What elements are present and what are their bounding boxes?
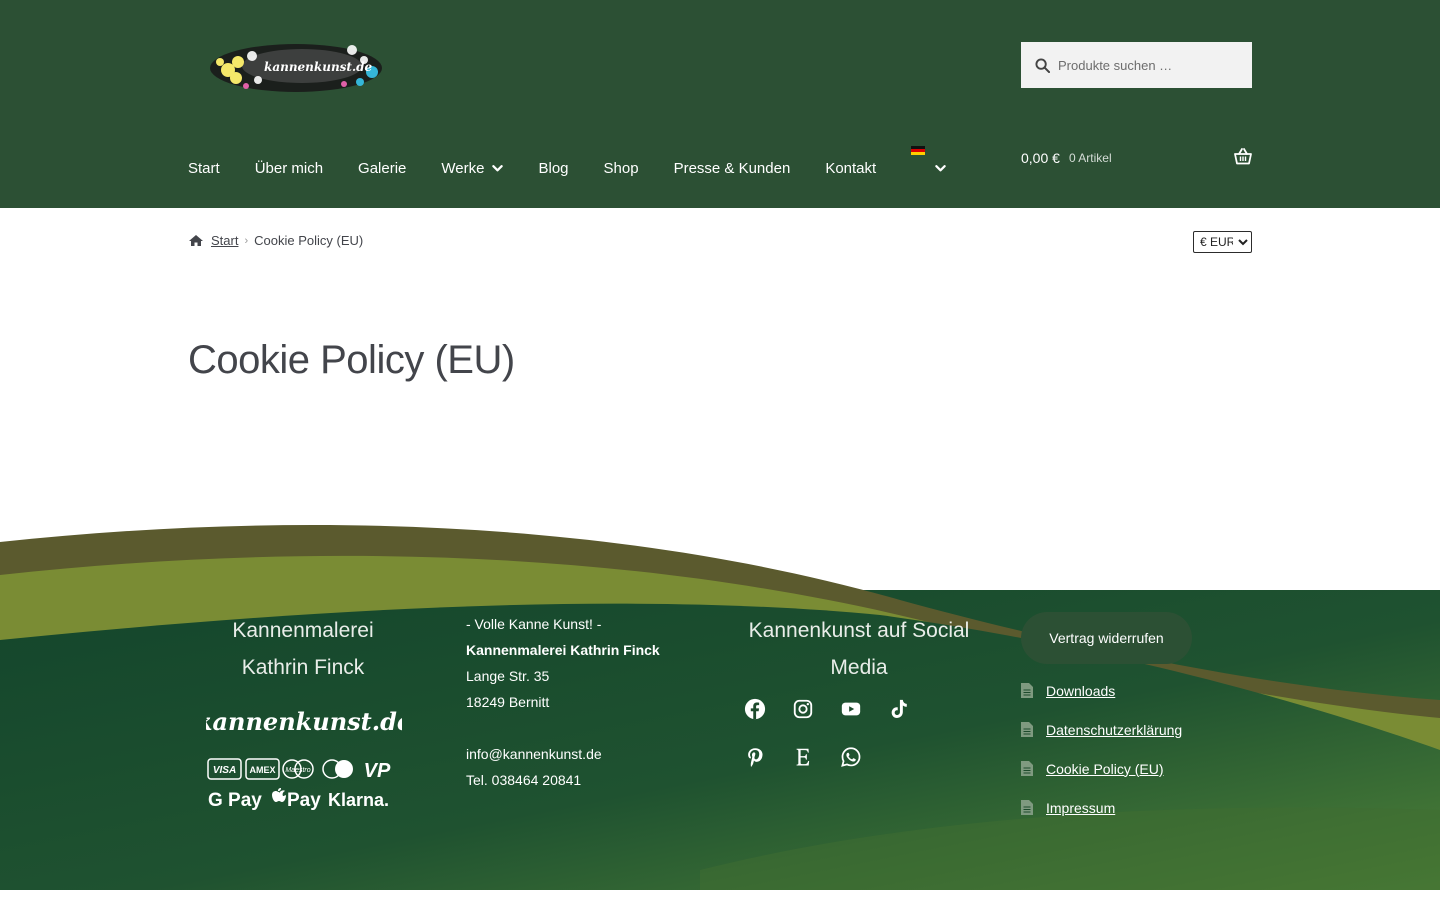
legal-link-datenschutz[interactable]: Datenschutzerklärung (1021, 710, 1182, 749)
legal-links: Downloads Datenschutzerklärung Cookie Po… (1021, 671, 1182, 827)
nav-item-galerie[interactable]: Galerie (358, 160, 406, 177)
document-icon (1021, 761, 1033, 776)
footer-bottom-strip (0, 890, 1440, 900)
social-links (742, 696, 942, 776)
etsy-icon (796, 748, 810, 766)
nav-label: Blog (538, 159, 569, 177)
legal-link-label: Datenschutzerklärung (1046, 721, 1183, 738)
payment-amex-label: AMEX (249, 765, 275, 775)
footer-phone[interactable]: Tel. 038464 20841 (466, 767, 660, 793)
breadcrumb: Start › Cookie Policy (EU) (188, 233, 363, 248)
whatsapp-icon (841, 747, 861, 767)
apple-icon (272, 788, 286, 802)
product-search[interactable] (1021, 42, 1252, 88)
cart-count: 0 Artikel (1068, 151, 1112, 165)
pinterest-link[interactable] (742, 744, 768, 770)
nav-item-start[interactable]: Start (188, 160, 220, 177)
payment-methods: VISA AMEX Maestro VP G Pay Pay Klarna. (207, 758, 391, 811)
nav-item-blog[interactable]: Blog (538, 160, 568, 177)
footer-company-line1: Kannenmalerei (232, 619, 374, 642)
footer-wave-background (0, 525, 1440, 890)
whatsapp-link[interactable] (838, 744, 864, 770)
footer-social-line2: Media (830, 656, 888, 679)
nav-item-werke[interactable]: Werke (441, 159, 504, 177)
search-input[interactable] (1058, 57, 1238, 73)
tiktok-icon (891, 699, 907, 718)
nav-item-presse-kunden[interactable]: Presse & Kunden (674, 160, 791, 177)
youtube-link[interactable] (838, 696, 864, 722)
withdraw-contract-button[interactable]: Vertrag widerrufen (1021, 612, 1192, 664)
footer-address: - Volle Kanne Kunst! - Kannenmalerei Kat… (466, 611, 660, 793)
nav-label: Presse & Kunden (673, 159, 791, 177)
payment-maestro-label: Maestro (285, 767, 310, 774)
document-icon (1021, 800, 1033, 815)
home-icon (189, 235, 203, 246)
legal-link-cookie-policy[interactable]: Cookie Policy (EU) (1021, 749, 1182, 788)
etsy-link[interactable] (790, 744, 816, 770)
site-logo[interactable]: kannenkunst.de (206, 40, 384, 96)
footer-social-title: Kannenkunst auf Social Media (744, 612, 974, 686)
payment-klarna-label: Klarna. (328, 790, 389, 810)
nav-label: Über mich (254, 159, 324, 177)
mini-cart[interactable]: 0,00 € 0 Artikel (1021, 148, 1252, 168)
chevron-down-icon (492, 164, 504, 171)
logo-text: kannenkunst.de (264, 60, 373, 74)
footer-address-gap (466, 715, 660, 741)
legal-link-label: Downloads (1046, 682, 1116, 699)
footer-company-line2: Kathrin Finck (241, 656, 365, 679)
currency-select[interactable]: € EUR (1193, 231, 1252, 253)
basket-icon (1234, 148, 1252, 165)
payment-gpay-label: G Pay (208, 790, 262, 811)
document-icon (1021, 683, 1033, 698)
main-navigation: Start Über mich Galerie Werke Blog Shop … (188, 146, 976, 186)
legal-link-impressum[interactable]: Impressum (1021, 788, 1182, 827)
footer-social-line1: Kannenkunst auf Social (748, 619, 970, 642)
search-icon (1035, 57, 1050, 73)
payment-applepay-label: Pay (287, 790, 321, 811)
footer-city: 18249 Bernitt (466, 694, 550, 710)
payment-vp-label: VP (364, 760, 391, 782)
page-title: Cookie Policy (EU) (188, 338, 515, 382)
nav-item-ueber-mich[interactable]: Über mich (255, 160, 323, 177)
nav-item-kontakt[interactable]: Kontakt (825, 160, 876, 177)
site-header: kannenkunst.de Start Über mich Galerie W… (0, 0, 1440, 208)
nav-label: Start (188, 159, 220, 177)
pinterest-icon (748, 748, 763, 767)
footer-script-logo: kannenkunst.de (206, 707, 402, 736)
footer-company-name: Kannenmalerei Kathrin Finck (466, 642, 660, 658)
footer-street: Lange Str. 35 (466, 668, 550, 684)
tiktok-link[interactable] (886, 696, 912, 722)
breadcrumb-separator: › (244, 234, 249, 247)
breadcrumb-current: Cookie Policy (EU) (254, 233, 364, 248)
nav-label: Kontakt (825, 159, 877, 177)
facebook-icon (744, 698, 766, 720)
breadcrumb-link-start[interactable]: Start (211, 233, 238, 248)
nav-item-shop[interactable]: Shop (604, 160, 639, 177)
german-flag-icon (911, 146, 926, 155)
legal-link-label: Cookie Policy (EU) (1046, 760, 1164, 777)
instagram-link[interactable] (790, 696, 816, 722)
document-icon (1021, 722, 1033, 737)
nav-label: Galerie (358, 159, 407, 177)
cart-amount: 0,00 € (1021, 150, 1060, 166)
facebook-link[interactable] (742, 696, 768, 722)
language-switcher[interactable] (911, 146, 946, 186)
chevron-down-icon (935, 165, 946, 172)
legal-link-downloads[interactable]: Downloads (1021, 671, 1182, 710)
nav-label: Werke (441, 159, 485, 177)
legal-link-label: Impressum (1046, 799, 1116, 816)
youtube-icon (841, 702, 861, 716)
instagram-icon (793, 699, 813, 719)
nav-label: Shop (603, 159, 639, 177)
footer-tagline: - Volle Kanne Kunst! - (466, 616, 602, 632)
footer-company-title: Kannenmalerei Kathrin Finck (188, 612, 418, 686)
payment-visa-label: VISA (213, 765, 236, 776)
footer-email[interactable]: info@kannenkunst.de (466, 741, 660, 767)
footer-script-logo-text: kannenkunst.de (206, 707, 402, 736)
